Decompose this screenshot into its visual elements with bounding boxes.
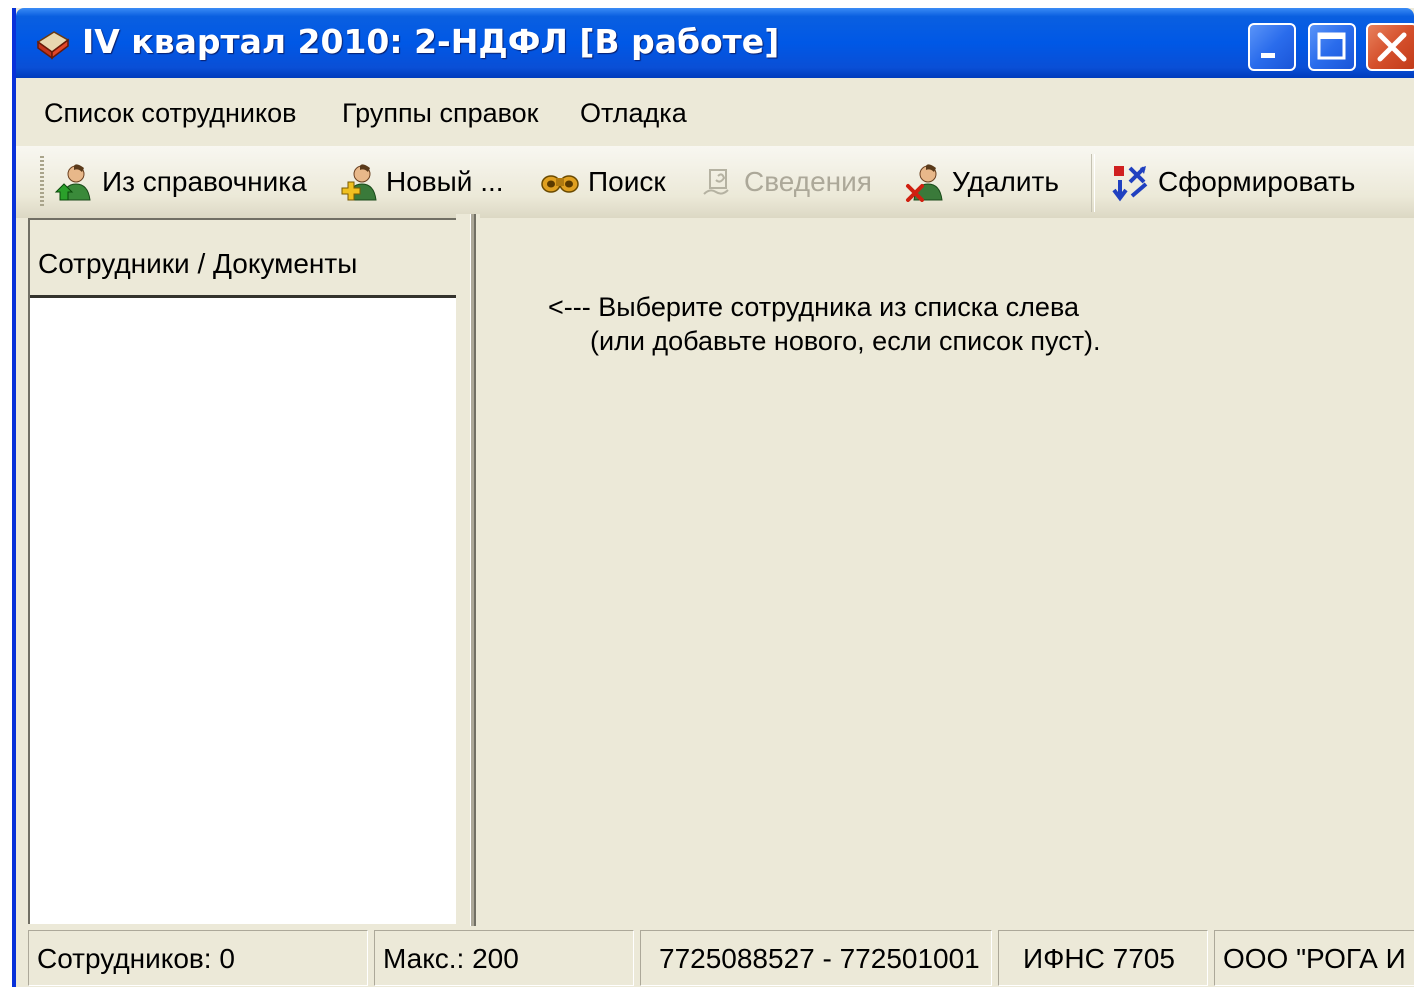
toolbar-separator (1091, 154, 1095, 212)
detail-panel: <--- Выберите сотрудника из списка слева… (480, 218, 1414, 926)
maximize-icon (1317, 32, 1346, 60)
app-book-icon (36, 31, 70, 60)
menu-employee-list[interactable]: Список сотрудников (44, 98, 296, 129)
employees-tree-panel[interactable]: Сотрудники / Документы (28, 218, 456, 924)
info-label: Сведения (744, 166, 872, 197)
menu-certificate-groups[interactable]: Группы справок (342, 98, 539, 129)
delete-user-icon (906, 164, 943, 202)
minimize-icon (1261, 53, 1275, 58)
maximize-button[interactable] (1308, 23, 1356, 71)
window-title: IV квартал 2010: 2-НДФЛ [В работе] (82, 22, 780, 61)
menu-debug[interactable]: Отладка (580, 98, 687, 129)
new-employee-label: Новый ... (386, 166, 504, 197)
pane-splitter[interactable] (456, 214, 480, 926)
status-employee-count: Сотрудников: 0 (28, 930, 368, 986)
toolbar-grip[interactable] (40, 156, 44, 208)
generate-arrows-icon (1112, 166, 1148, 202)
splitter-line (470, 214, 476, 926)
info-button[interactable]: Сведения (696, 154, 872, 210)
generate-label: Сформировать (1158, 166, 1356, 197)
new-employee-button[interactable]: Новый ... (338, 154, 504, 210)
close-button[interactable] (1366, 23, 1414, 71)
minimize-button[interactable] (1248, 23, 1296, 71)
generate-button[interactable]: Сформировать (1110, 154, 1355, 210)
employees-documents-header-label: Сотрудники / Документы (38, 248, 358, 279)
user-from-directory-icon (54, 164, 91, 201)
from-directory-button[interactable]: Из справочника (54, 154, 307, 210)
info-document-icon (703, 169, 729, 195)
add-employee-hint: (или добавьте нового, если список пуст). (590, 326, 1101, 356)
delete-label: Удалить (952, 166, 1059, 197)
add-user-icon (341, 164, 377, 201)
title-bar[interactable]: IV квартал 2010: 2-НДФЛ [В работе] (16, 8, 1414, 78)
close-icon (1377, 32, 1407, 62)
employees-documents-header[interactable]: Сотрудники / Документы (30, 220, 456, 298)
status-max-count: Макс.: 200 (374, 930, 634, 986)
status-bar: Сотрудников: 0 Макс.: 200 7725088527 - 7… (16, 926, 1414, 987)
select-employee-hint: <--- Выберите сотрудника из списка слева (548, 292, 1080, 322)
search-button[interactable]: Поиск (540, 154, 666, 210)
from-directory-label: Из справочника (102, 166, 307, 197)
status-inn-kpp: 7725088527 - 772501001 (640, 930, 992, 986)
search-label: Поиск (588, 166, 666, 197)
app-window: IV квартал 2010: 2-НДФЛ [В работе] Списо… (12, 8, 1414, 987)
menu-bar: Список сотрудников Группы справок Отладк… (16, 78, 1414, 146)
status-ifns: ИФНС 7705 (998, 930, 1208, 986)
delete-button[interactable]: Удалить (904, 154, 1059, 210)
binoculars-icon (541, 175, 579, 193)
status-organization: ООО "РОГА И (1214, 930, 1414, 986)
toolbar: Из справочника Новый ... Поиск Сведения … (16, 146, 1414, 218)
